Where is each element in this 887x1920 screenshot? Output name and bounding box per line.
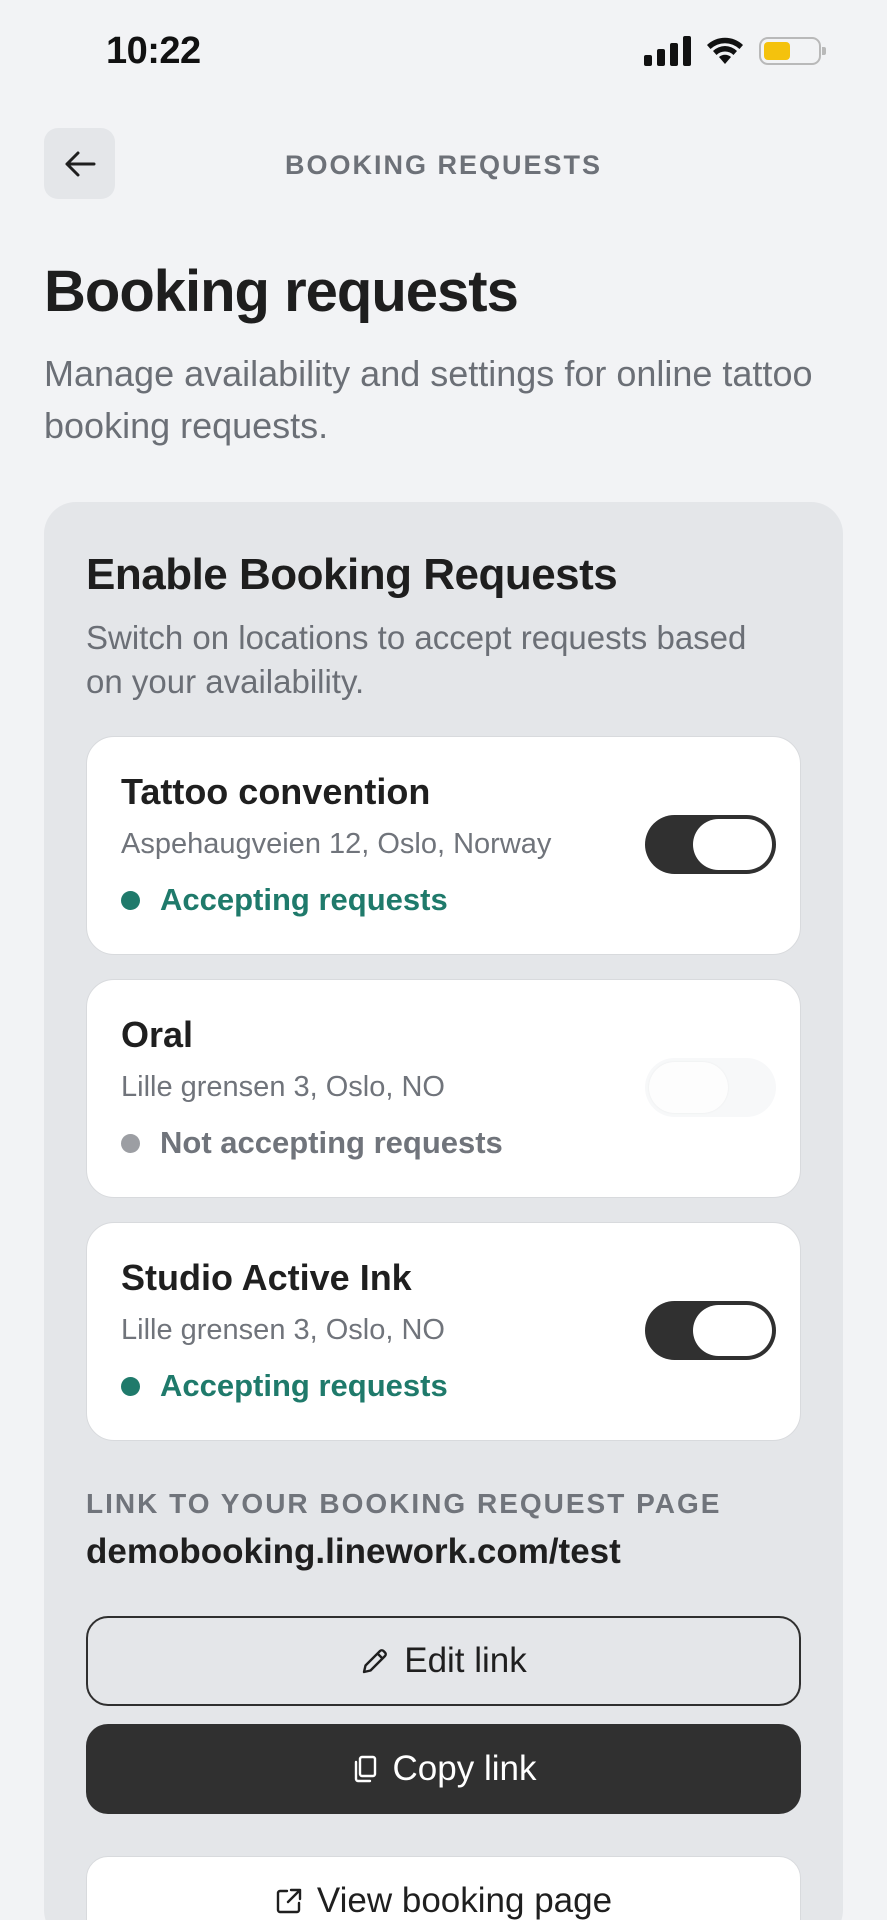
edit-link-label: Edit link xyxy=(404,1641,527,1680)
location-toggle[interactable] xyxy=(645,1301,776,1360)
location-card-studio-active-ink: Studio Active Ink Lille grensen 3, Oslo,… xyxy=(86,1222,801,1441)
location-address: Lille grensen 3, Oslo, NO xyxy=(121,1314,445,1346)
copy-link-button[interactable]: Copy link xyxy=(86,1724,801,1814)
location-name: Oral xyxy=(121,1014,194,1055)
card-subtitle: Switch on locations to accept requests b… xyxy=(86,619,747,700)
battery-level xyxy=(764,42,790,60)
page-subtitle: Manage availability and settings for onl… xyxy=(44,353,813,446)
pencil-icon xyxy=(363,1649,388,1674)
battery-icon xyxy=(759,37,826,65)
location-address: Lille grensen 3, Oslo, NO xyxy=(121,1071,445,1103)
view-booking-page-label: View booking page xyxy=(316,1881,613,1920)
status-bar: 10:22 xyxy=(0,0,887,104)
status-dot-icon xyxy=(121,1133,140,1153)
wifi-icon xyxy=(707,37,743,64)
location-status-label: Accepting requests xyxy=(160,1368,448,1403)
location-status: Not accepting requests xyxy=(121,1125,503,1161)
booking-link-label: LINK TO YOUR BOOKING REQUEST PAGE xyxy=(86,1488,722,1519)
location-toggle[interactable] xyxy=(645,1058,776,1117)
booking-link-url: demobooking.linework.com/test xyxy=(86,1532,621,1571)
location-toggle[interactable] xyxy=(645,815,776,874)
cellular-signal-icon xyxy=(644,36,691,66)
external-link-icon xyxy=(276,1888,302,1914)
copy-link-label: Copy link xyxy=(392,1749,537,1788)
status-icons xyxy=(644,36,826,66)
card-title: Enable Booking Requests xyxy=(86,550,618,599)
status-dot-icon xyxy=(121,890,140,910)
location-name: Studio Active Ink xyxy=(121,1257,412,1298)
nav-bar: BOOKING REQUESTS xyxy=(0,128,887,200)
status-time: 10:22 xyxy=(106,30,201,72)
edit-link-button[interactable]: Edit link xyxy=(86,1616,801,1706)
location-status: Accepting requests xyxy=(121,882,448,918)
location-list: Tattoo convention Aspehaugveien 12, Oslo… xyxy=(86,736,801,1465)
booking-settings-card: Enable Booking Requests Switch on locati… xyxy=(44,502,843,1920)
view-booking-page-button[interactable]: View booking page xyxy=(86,1856,801,1920)
location-name: Tattoo convention xyxy=(121,771,431,812)
location-status-label: Accepting requests xyxy=(160,882,448,917)
nav-title: BOOKING REQUESTS xyxy=(284,150,603,180)
location-address: Aspehaugveien 12, Oslo, Norway xyxy=(121,828,552,860)
location-status-label: Not accepting requests xyxy=(160,1125,503,1160)
location-card-tattoo-convention: Tattoo convention Aspehaugveien 12, Oslo… xyxy=(86,736,801,955)
copy-icon xyxy=(354,1755,376,1783)
page-title: Booking requests xyxy=(44,259,519,324)
location-card-oral: Oral Lille grensen 3, Oslo, NO Not accep… xyxy=(86,979,801,1198)
status-dot-icon xyxy=(121,1376,140,1396)
location-status: Accepting requests xyxy=(121,1368,448,1404)
